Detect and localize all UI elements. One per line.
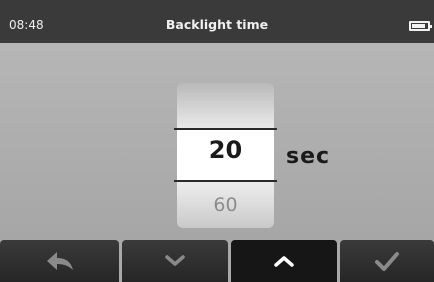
checkmark-icon: [375, 252, 399, 271]
chevron-up-icon: [274, 256, 294, 267]
back-button[interactable]: [0, 240, 119, 282]
page-title: Backlight time: [165, 17, 269, 32]
back-arrow-icon: [46, 252, 73, 270]
unit-label: sec: [286, 144, 331, 169]
screen: 08:48 Backlight time 20 60 sec: [0, 0, 434, 282]
header-bar: 08:48 Backlight time: [0, 0, 434, 43]
battery-icon: [409, 21, 432, 31]
chevron-down-icon: [165, 255, 185, 266]
down-button[interactable]: [122, 240, 228, 282]
next-value[interactable]: 60: [177, 193, 274, 217]
selection-top-line: [174, 128, 277, 130]
selection-bottom-line: [174, 180, 277, 182]
selected-value: 20: [208, 136, 243, 164]
up-button[interactable]: [231, 240, 337, 282]
confirm-button[interactable]: [340, 240, 434, 282]
